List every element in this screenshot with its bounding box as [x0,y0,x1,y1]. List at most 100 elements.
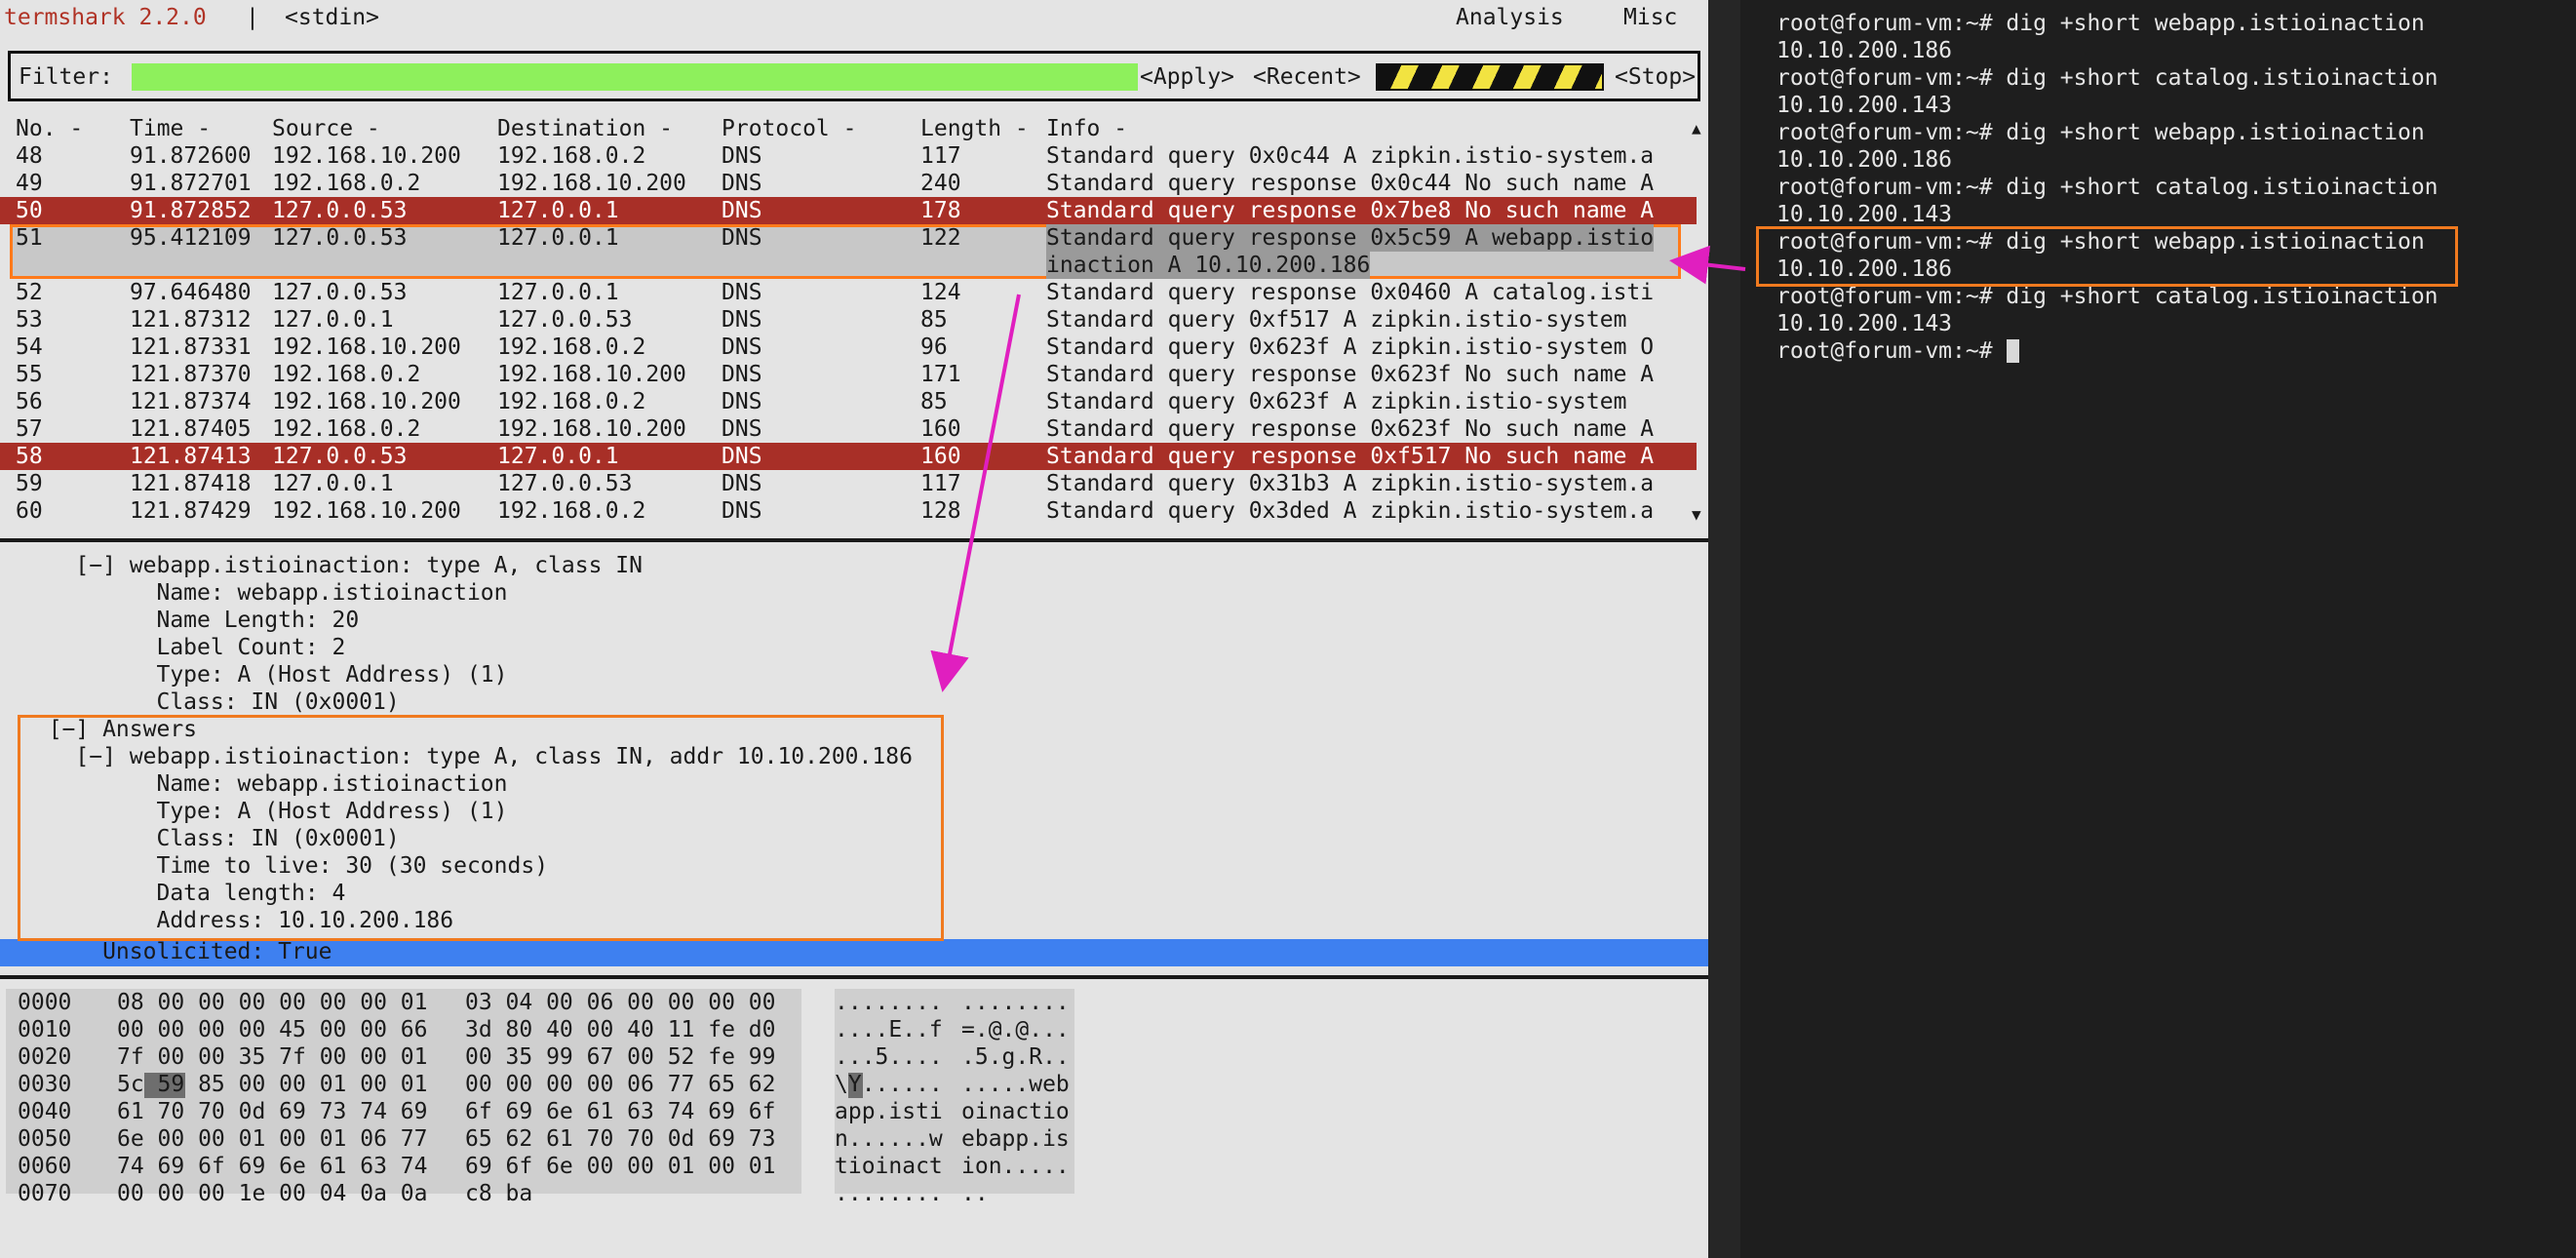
detail-line[interactable]: Data length: 4 [21,880,345,907]
terminal-line: root@forum-vm:~# [1776,338,2007,364]
packet-protocol: DNS [722,171,762,196]
recent-button[interactable]: <Recent> [1253,63,1361,91]
packet-protocol: DNS [722,362,762,387]
packet-info: Standard query 0x31b3 A zipkin.istio-sys… [1046,471,1655,496]
packet-time: 121.87370 [130,362,252,387]
packet-protocol: DNS [722,307,762,333]
packet-info: Standard query 0xf517 A zipkin.istio-sys… [1046,307,1627,333]
packet-source: 192.168.10.200 [272,143,461,169]
packet-row[interactable]: 51 95.412109 127.0.0.53 127.0.0.1 DNS 122 Stan… [10,224,1681,279]
ascii-group-a: ...5.... [835,1044,943,1070]
packet-length: 85 [920,389,948,414]
packet-row[interactable]: 50 91.872852 127.0.0.53 127.0.0.1 DNS 178 Stan… [0,197,1697,224]
packet-time: 95.412109 [130,225,252,251]
detail-line[interactable]: Name: webapp.istioinaction [21,579,507,607]
pane-divider[interactable] [0,538,1708,542]
packet-length: 240 [920,171,961,196]
packet-row[interactable]: 56 121.87374 192.168.10.200 192.168.0.2 DNS 8… [0,388,1697,415]
detail-line[interactable]: [−] webapp.istioinaction: type A, class … [21,552,643,579]
stop-button[interactable]: <Stop> [1615,63,1696,91]
detail-line[interactable]: Name: webapp.istioinaction [21,770,507,798]
apply-button[interactable]: <Apply> [1140,63,1234,91]
packet-time: 121.87312 [130,307,252,333]
terminal-line: 10.10.200.143 [1776,311,1953,336]
hex-offset: 0000 [18,990,72,1015]
terminal-pane[interactable]: root@forum-vm:~# dig +short webapp.istio… [1740,0,2576,1258]
detail-line[interactable]: Unsolicited: True [21,938,332,965]
packet-no: 60 [16,498,43,524]
packet-source: 127.0.0.53 [272,280,408,305]
column-header-no[interactable]: No. - [16,115,83,142]
detail-line[interactable]: Label Count: 2 [21,634,345,661]
filter-input[interactable] [132,63,1138,91]
packet-list[interactable]: No. - Time - Source - Destination - Prot… [0,115,1708,534]
packet-destination: 127.0.0.1 [497,225,619,251]
packet-no: 55 [16,362,43,387]
column-header-length[interactable]: Length - [920,115,1029,142]
packet-row[interactable]: 57 121.87405 192.168.0.2 192.168.10.200 DNS 1… [0,415,1697,443]
column-header-destination[interactable]: Destination - [497,115,673,142]
packet-no: 56 [16,389,43,414]
detail-line[interactable]: Type: A (Host Address) (1) [21,661,507,688]
title-bar: termshark 2.2.0 | <stdin> Analysis Misc [0,5,1708,41]
scroll-up-icon[interactable]: ▲ [1692,119,1701,138]
hex-bytes-group-a: 7f 00 00 35 7f 00 00 01 [117,1044,428,1070]
column-header-time[interactable]: Time - [130,115,211,142]
packet-length: 171 [920,362,961,387]
packet-source: 127.0.0.53 [272,225,408,251]
hex-bytes-group-b: 03 04 00 06 00 00 00 00 [465,990,776,1015]
packet-no: 52 [16,280,43,305]
column-header-protocol[interactable]: Protocol - [722,115,856,142]
ascii-group-a: tioinact [835,1154,943,1179]
packet-time: 121.87418 [130,471,252,496]
hex-bytes-group-a: 00 00 00 1e 00 04 0a 0a [117,1181,428,1206]
packet-row[interactable]: 59 121.87418 127.0.0.1 127.0.0.53 DNS 117 Stan… [0,470,1697,497]
hex-bytes-group-b: 6f 69 6e 61 63 74 69 6f [465,1099,776,1124]
hex-bytes-group-b: 3d 80 40 00 40 11 fe d0 [465,1017,776,1042]
menu-analysis[interactable]: Analysis [1456,4,1564,31]
packet-source: 192.168.10.200 [272,389,461,414]
packet-row[interactable]: 52 97.646480 127.0.0.53 127.0.0.1 DNS 124 Stan… [0,279,1697,306]
ascii-group-a: ........ [835,990,943,1015]
packet-info: Standard query response 0x7be8 No such n… [1046,198,1655,223]
filter-bar: Filter: <Apply> <Recent> <Stop> [8,51,1700,101]
terminal-line: root@forum-vm:~# dig +short catalog.isti… [1776,65,2439,91]
detail-line[interactable]: Time to live: 30 (30 seconds) [21,852,548,880]
packet-destination: 192.168.0.2 [497,389,646,414]
detail-line[interactable]: [−] Answers [21,716,197,743]
menu-misc[interactable]: Misc [1623,4,1677,31]
detail-line[interactable]: Class: IN (0x0001) [21,688,399,716]
packet-destination: 127.0.0.53 [497,307,633,333]
packet-row[interactable]: 54 121.87331 192.168.10.200 192.168.0.2 DNS 9… [0,334,1697,361]
hex-bytes-group-b: 69 6f 6e 00 00 01 00 01 [465,1154,776,1179]
packet-protocol: DNS [722,280,762,305]
detail-line[interactable]: Name Length: 20 [21,607,359,634]
packet-row[interactable]: 55 121.87370 192.168.0.2 192.168.10.200 DNS 1… [0,361,1697,388]
ascii-group-b: ion..... [961,1154,1070,1179]
packet-destination: 192.168.10.200 [497,171,686,196]
packet-row[interactable]: 49 91.872701 192.168.0.2 192.168.10.200 DNS 2… [0,170,1697,197]
column-header-info[interactable]: Info - [1046,115,1127,142]
detail-line[interactable]: Type: A (Host Address) (1) [21,798,507,825]
packet-destination: 192.168.0.2 [497,143,646,169]
detail-line[interactable]: [−] webapp.istioinaction: type A, class … [21,743,913,770]
pane-divider[interactable] [0,975,1708,979]
packet-time: 91.872701 [130,171,252,196]
packet-row[interactable]: 53 121.87312 127.0.0.1 127.0.0.53 DNS 85 Stand… [0,306,1697,334]
detail-line[interactable]: Address: 10.10.200.186 [21,907,453,934]
packet-row[interactable]: 58 121.87413 127.0.0.53 127.0.0.1 DNS 160 Stan… [0,443,1697,470]
packet-protocol: DNS [722,198,762,223]
hex-offset: 0050 [18,1126,72,1152]
terminal-cursor [2007,339,2020,363]
packet-no: 51 [16,225,43,251]
hex-dump[interactable]: 0000 08 00 00 00 00 00 00 01 03 04 00 06 0… [0,989,1074,1242]
scroll-down-icon[interactable]: ▼ [1692,505,1701,524]
packet-row[interactable]: 48 91.872600 192.168.10.200 192.168.0.2 DNS 1… [0,142,1697,170]
packet-row[interactable]: 60 121.87429 192.168.10.200 192.168.0.2 DNS 1… [0,497,1697,525]
column-header-source[interactable]: Source - [272,115,380,142]
packet-destination: 192.168.0.2 [497,334,646,360]
ascii-group-b: =.@.@... [961,1017,1070,1042]
capture-source: <stdin> [285,5,379,30]
detail-line[interactable]: Class: IN (0x0001) [21,825,399,852]
packet-list-header: No. - Time - Source - Destination - Prot… [0,115,1697,142]
